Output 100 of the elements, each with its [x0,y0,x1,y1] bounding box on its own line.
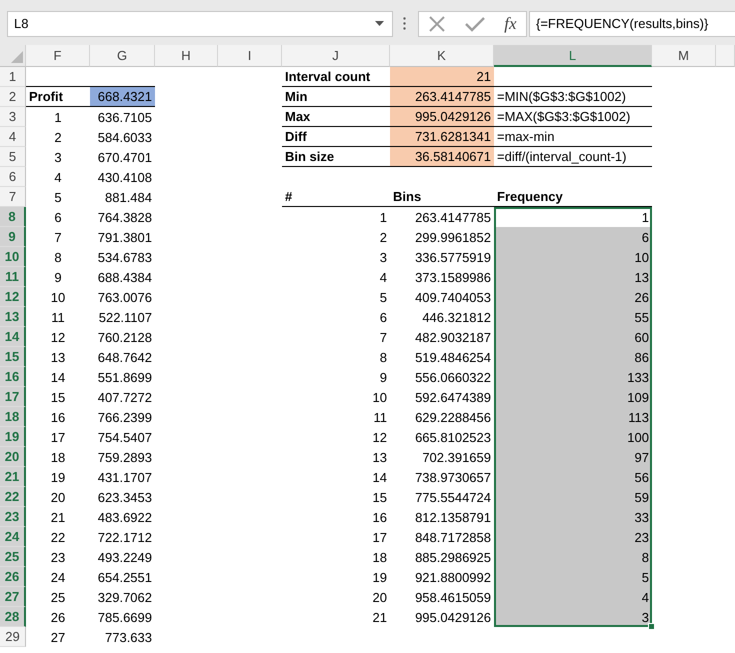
cell[interactable]: 4 [494,587,652,607]
more-options-icon[interactable] [403,17,406,30]
row-header[interactable]: 20 [0,447,26,467]
cell[interactable]: 430.4108 [90,167,155,187]
row-header[interactable]: 9 [0,227,26,247]
row-header[interactable]: 6 [0,167,26,187]
cell[interactable]: 5 [282,287,390,307]
cell[interactable]: 3 [494,607,652,627]
cell[interactable]: 670.4701 [90,147,155,167]
cell[interactable]: 10 [282,387,390,407]
column-header[interactable]: L [494,45,652,67]
cell[interactable]: 109 [494,387,652,407]
cell[interactable]: 995.0429126 [390,107,494,127]
cell[interactable]: 373.1589986 [390,267,494,287]
cell[interactable]: 60 [494,327,652,347]
cell[interactable]: 263.4147785 [390,87,494,107]
cell[interactable]: 1 [282,207,390,227]
cell[interactable]: 18 [26,447,90,467]
cell[interactable]: 636.7105 [90,107,155,127]
fill-handle[interactable] [648,623,655,630]
cell[interactable]: 263.4147785 [390,207,494,227]
cell[interactable]: Bins [390,187,494,207]
cell[interactable]: 10 [494,247,652,267]
cell[interactable]: 791.3801 [90,227,155,247]
cell[interactable]: 760.2128 [90,327,155,347]
cell[interactable]: 7 [282,327,390,347]
cell[interactable]: 8 [494,547,652,567]
cell[interactable]: 885.2986925 [390,547,494,567]
cell[interactable]: 19 [26,467,90,487]
row-header[interactable]: 19 [0,427,26,447]
cell[interactable]: 24 [26,567,90,587]
name-box[interactable]: L8 [7,10,393,36]
cell[interactable]: 6 [282,307,390,327]
column-header[interactable]: K [390,45,494,67]
cell[interactable]: 13 [26,347,90,367]
cell[interactable]: 36.58140671 [390,147,494,167]
cell[interactable]: 23 [494,527,652,547]
cell[interactable]: 1 [26,107,90,127]
cell[interactable]: 3 [282,247,390,267]
cell[interactable]: 881.484 [90,187,155,207]
cell[interactable]: 623.3453 [90,487,155,507]
cell[interactable]: 3 [26,147,90,167]
cell[interactable]: 688.4384 [90,267,155,287]
row-header[interactable]: 25 [0,547,26,567]
column-header[interactable]: F [26,45,90,67]
column-header[interactable]: G [90,45,155,67]
cell[interactable]: 4 [26,167,90,187]
formula-field[interactable]: {=FREQUENCY(results,bins)} [529,10,735,36]
cell[interactable]: 493.2249 [90,547,155,567]
row-header[interactable]: 23 [0,507,26,527]
cell[interactable]: 21 [390,67,494,87]
row-header[interactable]: 29 [0,627,26,647]
cell[interactable]: 812.1358791 [390,507,494,527]
cell[interactable]: 995.0429126 [390,607,494,627]
row-header[interactable]: 24 [0,527,26,547]
row-header[interactable]: 2 [0,87,26,107]
cell[interactable]: 26 [26,607,90,627]
cell[interactable]: =diff/(interval_count-1) [494,147,652,167]
cell[interactable]: 14 [282,467,390,487]
cell[interactable]: 5 [26,187,90,207]
cell[interactable]: 407.7272 [90,387,155,407]
column-header[interactable]: J [282,45,390,67]
cell[interactable]: 21 [26,507,90,527]
row-header[interactable]: 26 [0,567,26,587]
cell[interactable]: 15 [26,387,90,407]
cell[interactable]: 133 [494,367,652,387]
cell[interactable]: 482.9032187 [390,327,494,347]
cell[interactable]: 519.4846254 [390,347,494,367]
cell[interactable]: 20 [282,587,390,607]
cell[interactable]: 592.6474389 [390,387,494,407]
cell[interactable]: 17 [282,527,390,547]
insert-function-button[interactable]: fx [504,14,517,34]
cell[interactable]: 775.5544724 [390,487,494,507]
cell[interactable]: 8 [282,347,390,367]
cell[interactable]: 754.5407 [90,427,155,447]
cell[interactable]: 14 [26,367,90,387]
cell[interactable]: 534.6783 [90,247,155,267]
row-header[interactable]: 27 [0,587,26,607]
cell[interactable]: 17 [26,427,90,447]
row-header[interactable]: 21 [0,467,26,487]
cell[interactable]: 11 [282,407,390,427]
row-header[interactable]: 1 [0,67,26,87]
cell[interactable]: =MAX($G$3:$G$1002) [494,107,652,127]
cell[interactable]: 13 [282,447,390,467]
cell[interactable]: 21 [282,607,390,627]
row-header[interactable]: 5 [0,147,26,167]
cell[interactable]: 299.9961852 [390,227,494,247]
cell[interactable]: 551.8699 [90,367,155,387]
column-header[interactable]: M [652,45,716,67]
cell[interactable]: 785.6699 [90,607,155,627]
cell[interactable]: 22 [26,527,90,547]
cell[interactable]: 55 [494,307,652,327]
cell[interactable]: 654.2551 [90,567,155,587]
cell[interactable]: # [282,187,390,207]
cell[interactable]: 13 [494,267,652,287]
cell[interactable]: 1 [494,207,652,227]
cell[interactable]: 4 [282,267,390,287]
cell[interactable]: 483.6922 [90,507,155,527]
cell[interactable]: 409.7404053 [390,287,494,307]
cell[interactable]: 12 [26,327,90,347]
